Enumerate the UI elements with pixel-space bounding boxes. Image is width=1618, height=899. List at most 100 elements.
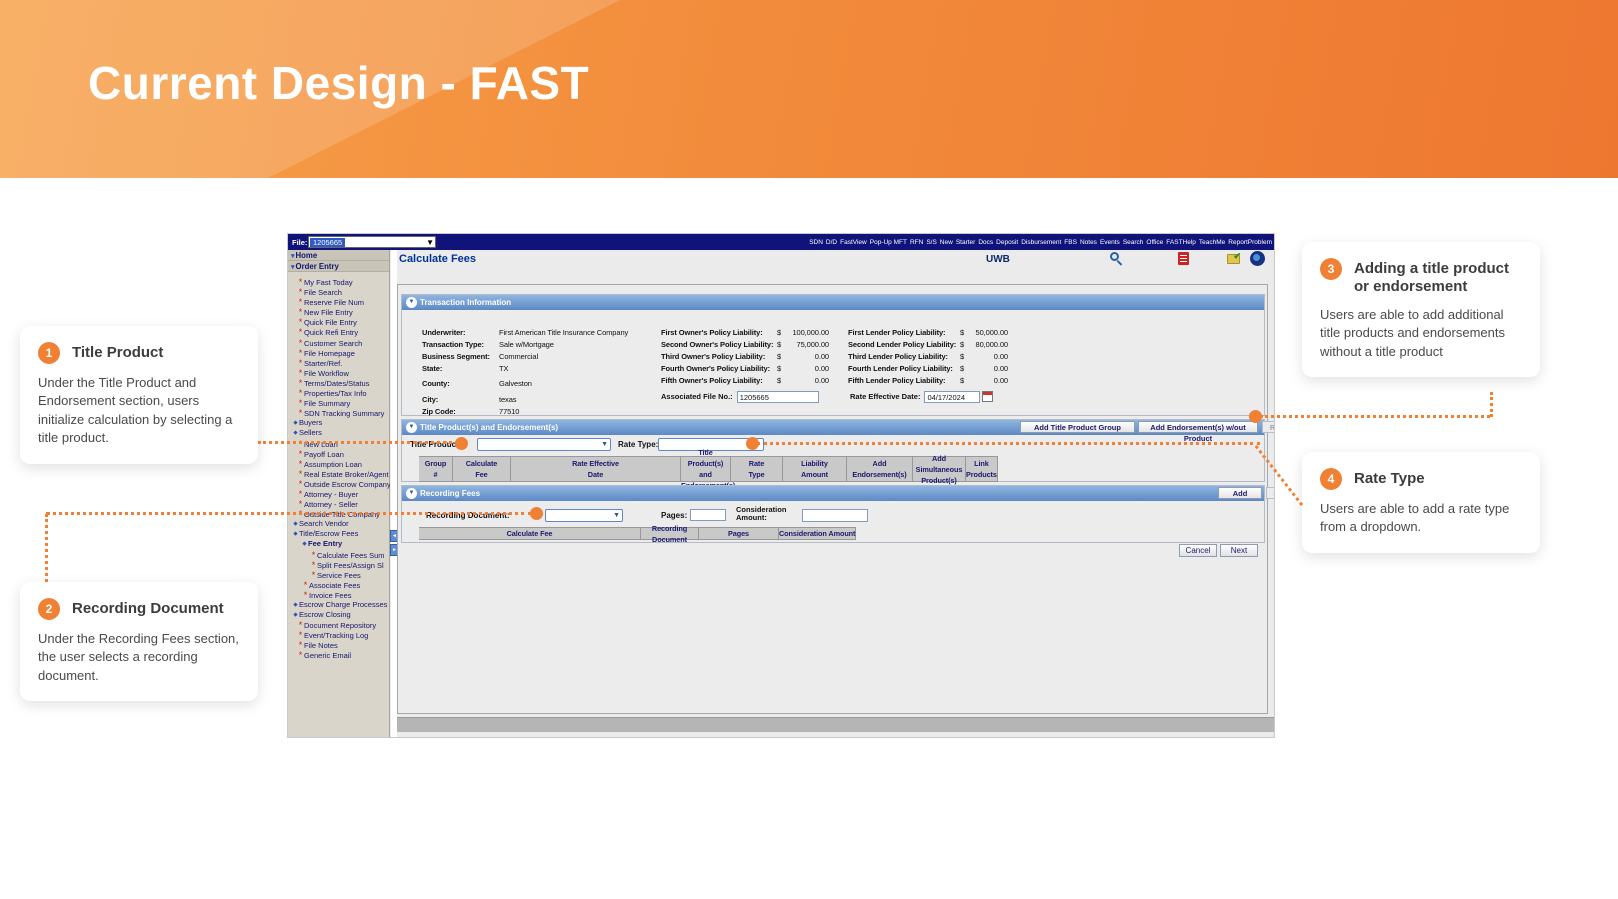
sidebar-item[interactable]: Attorney - Buyer — [288, 489, 390, 499]
chevron-down-icon: ▾ — [291, 264, 295, 271]
sidebar-item[interactable]: File Workflow — [288, 368, 390, 378]
recording-fees-table-header: Calculate Fee Recording Document Pages C… — [419, 527, 856, 540]
add-recording-fee-button[interactable]: Add — [1218, 487, 1262, 499]
print-icon[interactable] — [1178, 252, 1189, 265]
menubar-item[interactable]: Docs — [978, 239, 993, 246]
owner-liability-row: Fourth Owner's Policy Liability:$0.00 — [661, 363, 829, 375]
sidebar-item[interactable]: Quick File Entry — [288, 317, 390, 327]
sidebar-item[interactable]: Calculate Fees Sum — [288, 550, 390, 560]
sidebar-item[interactable]: Outside Escrow Company — [288, 479, 390, 489]
sidebar-item[interactable]: Invoice Fees — [288, 590, 390, 600]
menubar-item[interactable]: ReportProblem — [1228, 239, 1272, 246]
next-button[interactable]: Next — [1220, 544, 1258, 557]
sidebar-item[interactable]: Buyers — [288, 418, 390, 428]
pages-input[interactable] — [690, 509, 726, 521]
menubar-item[interactable]: Disbursement — [1021, 239, 1061, 246]
menubar-item[interactable]: Notes — [1080, 239, 1097, 246]
callout-title: Rate Type — [1354, 468, 1425, 488]
associated-file-input[interactable]: 1205665 — [737, 391, 819, 403]
callout-body: Users are able to add additional title p… — [1320, 306, 1522, 361]
sidebar-item[interactable]: Attorney - Seller — [288, 499, 390, 509]
menubar-item[interactable]: RFN — [910, 239, 923, 246]
callout-number-badge: 1 — [38, 342, 60, 364]
calendar-icon[interactable] — [982, 391, 993, 402]
sidebar-item[interactable]: Document Repository — [288, 620, 390, 630]
app-footer-bar — [397, 717, 1275, 732]
callout-body: Users are able to add a rate type from a… — [1320, 500, 1522, 537]
sidebar-item[interactable]: Escrow Charge Processes — [288, 600, 390, 610]
sidebar-item[interactable]: Payoff Loan — [288, 449, 390, 459]
sidebar-item[interactable]: Split Fees/Assign Sl — [288, 560, 390, 570]
menubar-item[interactable]: Office — [1146, 239, 1163, 246]
sidebar-item[interactable]: Generic Email — [288, 650, 390, 660]
sidebar-item[interactable]: Customer Search — [288, 338, 390, 348]
sidebar-section-header[interactable]: ▾Home — [288, 250, 389, 261]
collapse-icon[interactable]: ▼ — [406, 488, 417, 499]
recording-document-select[interactable]: ▼ — [545, 509, 623, 522]
file-select[interactable]: 1205665 ▼ — [308, 236, 436, 248]
menubar-item[interactable]: Search — [1123, 239, 1144, 246]
sidebar-item[interactable]: Title/Escrow Fees — [288, 529, 390, 539]
sidebar-item[interactable]: Terms/Dates/Status — [288, 378, 390, 388]
lender-liability-row: Third Lender Policy Liability:$0.00 — [848, 351, 1008, 363]
rate-effective-date-input[interactable]: 04/17/2024 — [924, 391, 980, 403]
sidebar-item[interactable]: Properties/Tax Info — [288, 388, 390, 398]
consideration-amount-input[interactable] — [802, 509, 868, 522]
sidebar-item[interactable]: SDN Tracking Summary — [288, 408, 390, 418]
menubar-item[interactable]: FASTHelp — [1166, 239, 1196, 246]
sidebar-item[interactable]: Real Estate Broker/Agent — [288, 469, 390, 479]
menubar-item[interactable]: New — [940, 239, 953, 246]
menubar-item[interactable]: Starter — [956, 239, 976, 246]
collapse-icon[interactable]: ▼ — [406, 297, 417, 308]
sidebar-item[interactable]: Service Fees — [288, 570, 390, 580]
add-endorsement-without-product-button[interactable]: Add Endorsement(s) w/out Product — [1138, 421, 1258, 433]
sidebar-item[interactable]: Quick Refi Entry — [288, 327, 390, 337]
menubar-item[interactable]: FBS — [1064, 239, 1077, 246]
bullet-icon — [297, 277, 304, 287]
sidebar-item[interactable]: Fee Entry — [288, 539, 390, 549]
remove-title-product-button[interactable]: Remove — [1262, 421, 1275, 433]
title-product-select[interactable]: ▼ — [477, 438, 611, 451]
title-products-section: ▼ Title Product(s) and Endorsement(s) Ad… — [401, 419, 1265, 482]
sidebar-item[interactable]: Event/Tracking Log — [288, 630, 390, 640]
globe-icon[interactable] — [1250, 251, 1265, 266]
add-title-product-group-button[interactable]: Add Title Product Group — [1020, 421, 1135, 433]
dropdown-caret-icon: ▼ — [613, 512, 620, 519]
lender-liability-row: Second Lender Policy Liability:$80,000.0… — [848, 339, 1008, 351]
transaction-row: County:Galveston — [422, 378, 657, 390]
folder-check-icon[interactable] — [1227, 254, 1240, 264]
menubar-item[interactable]: FastView — [840, 239, 867, 246]
sidebar-section-header[interactable]: ▾Order Entry — [288, 261, 389, 272]
rate-effective-date-row: Rate Effective Date:04/17/2024 — [850, 391, 993, 403]
sidebar-item[interactable]: My Fast Today — [288, 277, 390, 287]
sidebar-item[interactable]: Associate Fees — [288, 580, 390, 590]
callout-title: Recording Document — [72, 598, 224, 618]
sidebar-item[interactable]: Escrow Closing — [288, 610, 390, 620]
title-products-section-header: ▼ Title Product(s) and Endorsement(s) Ad… — [402, 420, 1264, 435]
menubar-item[interactable]: Pop-Up MFT — [870, 239, 907, 246]
collapse-icon[interactable]: ▼ — [406, 422, 417, 433]
connector-line-4 — [757, 442, 1260, 445]
search-icon[interactable] — [1109, 251, 1124, 266]
menubar-item[interactable]: S/S — [926, 239, 936, 246]
sidebar-item[interactable]: Search Vendor — [288, 519, 390, 529]
remove-recording-fee-button[interactable]: Remove — [1266, 487, 1275, 499]
menubar-item[interactable]: Events — [1100, 239, 1120, 246]
sidebar-item[interactable]: Sellers — [288, 428, 390, 438]
bullet-icon — [297, 287, 304, 297]
menubar-item[interactable]: SDN — [809, 239, 823, 246]
sidebar-item[interactable]: Starter/Ref. — [288, 358, 390, 368]
sidebar-item[interactable]: File Notes — [288, 640, 390, 650]
sidebar-item[interactable]: Reserve File Num — [288, 297, 390, 307]
cancel-button[interactable]: Cancel — [1179, 544, 1217, 557]
menubar-item[interactable]: TeachMe — [1199, 239, 1225, 246]
menubar-item[interactable]: D/D — [826, 239, 837, 246]
bullet-icon — [297, 378, 304, 388]
bullet-icon — [297, 398, 304, 408]
menubar-item[interactable]: Deposit — [996, 239, 1018, 246]
sidebar-item[interactable]: Assumption Loan — [288, 459, 390, 469]
sidebar-item[interactable]: File Homepage — [288, 348, 390, 358]
sidebar-item[interactable]: File Summary — [288, 398, 390, 408]
sidebar-item[interactable]: File Search — [288, 287, 390, 297]
sidebar-item[interactable]: New File Entry — [288, 307, 390, 317]
